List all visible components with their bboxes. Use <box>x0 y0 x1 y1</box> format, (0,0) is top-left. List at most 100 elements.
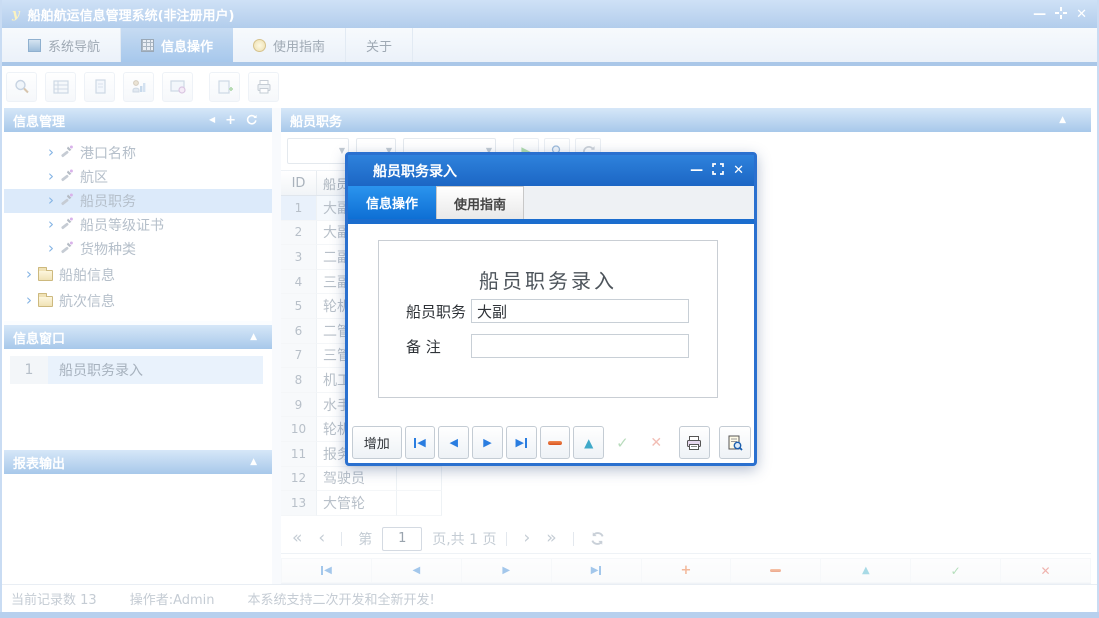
chevron-right-icon: › <box>48 193 54 208</box>
folder-icon <box>38 296 53 307</box>
chevron-right-icon: › <box>48 169 54 184</box>
chevron-right-icon: › <box>26 267 32 282</box>
tab-system-nav[interactable]: 系统导航 <box>8 28 121 62</box>
new-document-button[interactable] <box>209 72 240 102</box>
first-record-icon: ◀ <box>324 566 332 576</box>
monitor-search-button[interactable] <box>162 72 193 102</box>
tree-item-voyage-info[interactable]: › 航次信息 <box>4 289 272 313</box>
grid-icon <box>141 39 154 52</box>
dialog-button-bar: 增加 ◀ ◀ ▶ ▶ ▲ ✓ ✕ <box>348 425 754 460</box>
tab-user-guide[interactable]: 使用指南 <box>233 28 346 62</box>
crew-position-input[interactable] <box>471 299 689 323</box>
remark-label: 备 注 <box>406 336 471 357</box>
sidebar-splitter[interactable] <box>272 108 281 584</box>
refresh-icon[interactable] <box>246 114 257 127</box>
dialog-minimize-icon[interactable]: — <box>690 164 703 177</box>
user-report-button[interactable] <box>123 72 154 102</box>
first-page-icon[interactable]: « <box>292 530 302 547</box>
nav-confirm-button[interactable]: ✓ <box>911 558 1001 583</box>
minus-icon <box>548 441 562 445</box>
next-record-button[interactable]: ▶ <box>472 426 503 459</box>
delete-record-button[interactable] <box>540 426 571 459</box>
window-titlebar: y 船舶航运信息管理系统(非注册用户) — ✕ <box>2 0 1097 28</box>
last-record-icon: ▶ <box>515 437 523 448</box>
report-output-header: 报表输出 ▲ <box>4 450 272 474</box>
close-icon[interactable]: ✕ <box>1076 8 1087 21</box>
nav-delete-button[interactable] <box>731 558 821 583</box>
list-view-button[interactable] <box>45 72 76 102</box>
nav-last-button[interactable]: ▶ <box>552 558 642 583</box>
folder-icon <box>38 270 53 281</box>
tree-item-nav-zones[interactable]: › 航区 <box>4 165 272 189</box>
info-management-header: 信息管理 ◀ + <box>4 108 272 132</box>
print-button[interactable] <box>679 426 711 459</box>
operator-text: 操作者:Admin <box>130 589 215 608</box>
tool-icon <box>60 192 74 210</box>
minimize-icon[interactable]: — <box>1033 8 1046 21</box>
edit-icon: ▲ <box>862 566 870 576</box>
collapse-left-icon[interactable]: ◀ <box>209 116 215 124</box>
dialog-maximize-icon[interactable] <box>712 163 724 178</box>
prev-record-icon: ◀ <box>449 437 457 448</box>
tool-icon <box>60 144 74 162</box>
list-item[interactable]: 1 船员职务录入 <box>10 356 263 384</box>
filter-field-combo[interactable]: ▼ <box>287 138 349 164</box>
tree-item-cargo-types[interactable]: › 货物种类 <box>4 237 272 261</box>
app-window: y 船舶航运信息管理系统(非注册用户) — ✕ 系统导航 信息操作 使用指南 关… <box>0 0 1099 618</box>
confirm-button[interactable]: ✓ <box>607 426 638 459</box>
cancel-icon: ✕ <box>1041 565 1051 577</box>
prev-page-icon[interactable]: ‹ <box>318 530 325 547</box>
nav-edit-button[interactable]: ▲ <box>821 558 911 583</box>
tree-item-crew-positions[interactable]: › 船员职务 <box>4 189 272 213</box>
dialog-body: 船员职务录入 船员职务 备 注 <box>348 224 754 394</box>
document-button[interactable] <box>84 72 115 102</box>
app-icon: y <box>12 7 20 22</box>
add-icon[interactable]: + <box>225 114 236 127</box>
check-icon: ✓ <box>616 434 629 452</box>
printer-icon <box>685 434 703 452</box>
restore-icon[interactable] <box>1055 7 1067 22</box>
table-row[interactable]: 13大管轮 <box>281 491 442 516</box>
report-output-body <box>4 474 272 584</box>
collapse-up-icon[interactable]: ▲ <box>250 458 257 467</box>
record-count-text: 当前记录数 13 <box>11 589 97 608</box>
print-preview-button[interactable] <box>719 426 751 459</box>
tree-item-ship-info[interactable]: › 船舶信息 <box>4 263 272 287</box>
page-number-input[interactable] <box>382 527 422 551</box>
first-record-button[interactable]: ◀ <box>405 426 436 459</box>
collapse-up-icon[interactable]: ▲ <box>250 333 257 342</box>
nav-add-button[interactable]: + <box>642 558 732 583</box>
dialog-titlebar[interactable]: 船员职务录入 — ✕ <box>348 155 754 186</box>
edit-record-button[interactable]: ▲ <box>573 426 604 459</box>
remark-input[interactable] <box>471 334 689 358</box>
printer-button[interactable] <box>248 72 279 102</box>
last-record-button[interactable]: ▶ <box>506 426 537 459</box>
prev-record-button[interactable]: ◀ <box>438 426 469 459</box>
tree-item-port-names[interactable]: › 港口名称 <box>4 141 272 165</box>
nav-next-button[interactable]: ▶ <box>462 558 552 583</box>
nav-prev-button[interactable]: ◀ <box>372 558 462 583</box>
tab-info-operation[interactable]: 信息操作 <box>121 28 233 62</box>
nav-cancel-button[interactable]: ✕ <box>1001 558 1091 583</box>
cancel-button[interactable]: ✕ <box>641 426 672 459</box>
dialog-close-icon[interactable]: ✕ <box>733 164 744 177</box>
dialog-tabbar: 信息操作 使用指南 <box>348 186 754 219</box>
table-row[interactable]: 12驾驶员 <box>281 467 442 492</box>
crew-position-label: 船员职务 <box>406 301 471 322</box>
collapse-up-icon[interactable]: ▲ <box>1059 116 1066 125</box>
refresh-icon[interactable] <box>590 531 605 546</box>
monitor-icon <box>28 39 41 52</box>
last-page-icon[interactable]: » <box>546 530 556 547</box>
dialog-tab-user-guide[interactable]: 使用指南 <box>436 186 524 219</box>
nav-first-button[interactable]: ◀ <box>281 558 372 583</box>
cancel-icon: ✕ <box>650 435 662 451</box>
dialog-tab-info-operation[interactable]: 信息操作 <box>348 186 436 219</box>
search-button[interactable] <box>6 72 37 102</box>
add-button[interactable]: 增加 <box>352 426 402 459</box>
next-page-icon[interactable]: › <box>523 530 530 547</box>
record-navigator: ◀ ◀ ▶ ▶ + ▲ ✓ ✕ <box>281 558 1091 584</box>
tree-item-crew-certificates[interactable]: › 船员等级证书 <box>4 213 272 237</box>
tool-icon <box>60 168 74 186</box>
column-header-id[interactable]: ID <box>281 171 317 195</box>
tab-about[interactable]: 关于 <box>346 28 413 62</box>
